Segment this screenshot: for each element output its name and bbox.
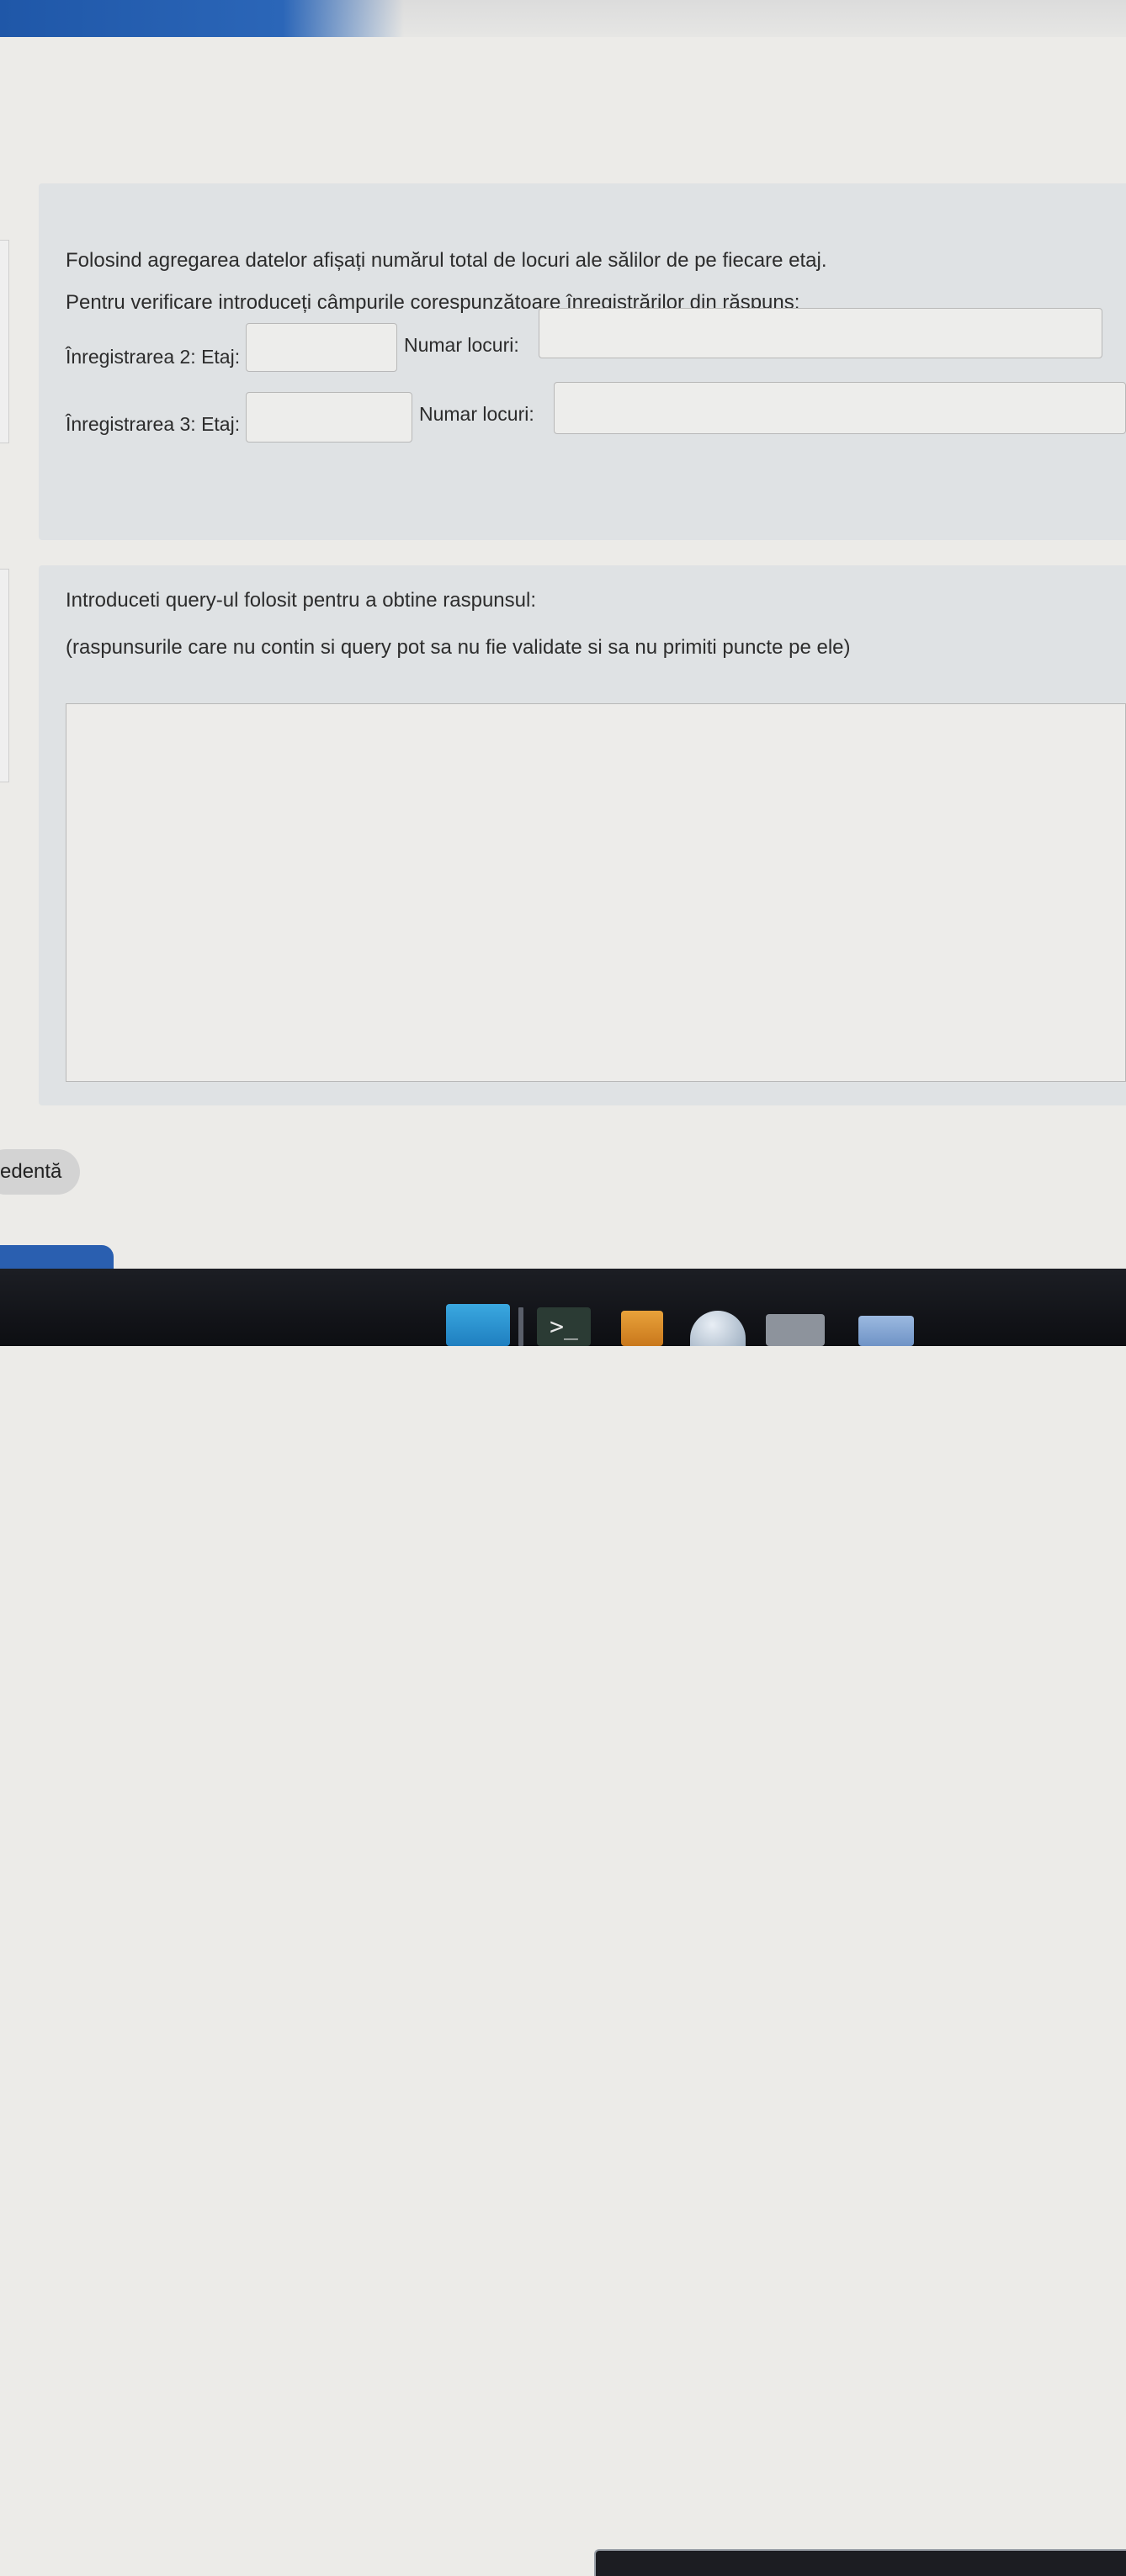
question-prompt: Folosind agregarea datelor afișați număr… xyxy=(66,249,827,272)
taskbar-separator xyxy=(518,1307,523,1346)
previous-page-button[interactable]: edentă xyxy=(0,1149,80,1195)
window-icon[interactable] xyxy=(766,1314,825,1346)
globe-icon[interactable] xyxy=(690,1311,746,1346)
record-3-etaj-label: Înregistrarea 3: Etaj: xyxy=(66,413,241,435)
question-panel-query: Introduceti query-ul folosit pentru a ob… xyxy=(39,565,1126,1105)
record-2-etaj-label: Înregistrarea 2: Etaj: xyxy=(66,346,241,368)
top-accent-bar xyxy=(0,0,404,37)
document-window-edge xyxy=(594,2549,1126,2576)
left-rail-q2 xyxy=(0,569,9,782)
terminal-icon[interactable]: >_ xyxy=(537,1307,591,1346)
archive-icon[interactable] xyxy=(621,1311,663,1346)
record-3-seats-input[interactable] xyxy=(554,382,1126,434)
record-2-seats-input[interactable] xyxy=(539,308,1102,358)
app-icon[interactable] xyxy=(446,1304,510,1346)
record-3-seats-label: Numar locuri: xyxy=(419,403,534,425)
query-prompt: Introduceti query-ul folosit pentru a ob… xyxy=(66,589,536,612)
record-2-seats-label: Numar locuri: xyxy=(404,334,519,356)
query-textarea[interactable] xyxy=(66,703,1126,1082)
record-2-etaj-input[interactable] xyxy=(246,323,397,372)
browser-top-bar xyxy=(0,0,1126,37)
left-rail-q1 xyxy=(0,240,9,443)
query-note: (raspunsurile care nu contin si query po… xyxy=(66,636,851,659)
window-preview-icon[interactable] xyxy=(858,1316,914,1346)
question-panel-aggregation: Folosind agregarea datelor afișați număr… xyxy=(39,183,1126,540)
bottom-blue-tab xyxy=(0,1245,114,1270)
record-3-etaj-input[interactable] xyxy=(246,392,412,443)
os-taskbar: >_ xyxy=(0,1269,1126,2576)
